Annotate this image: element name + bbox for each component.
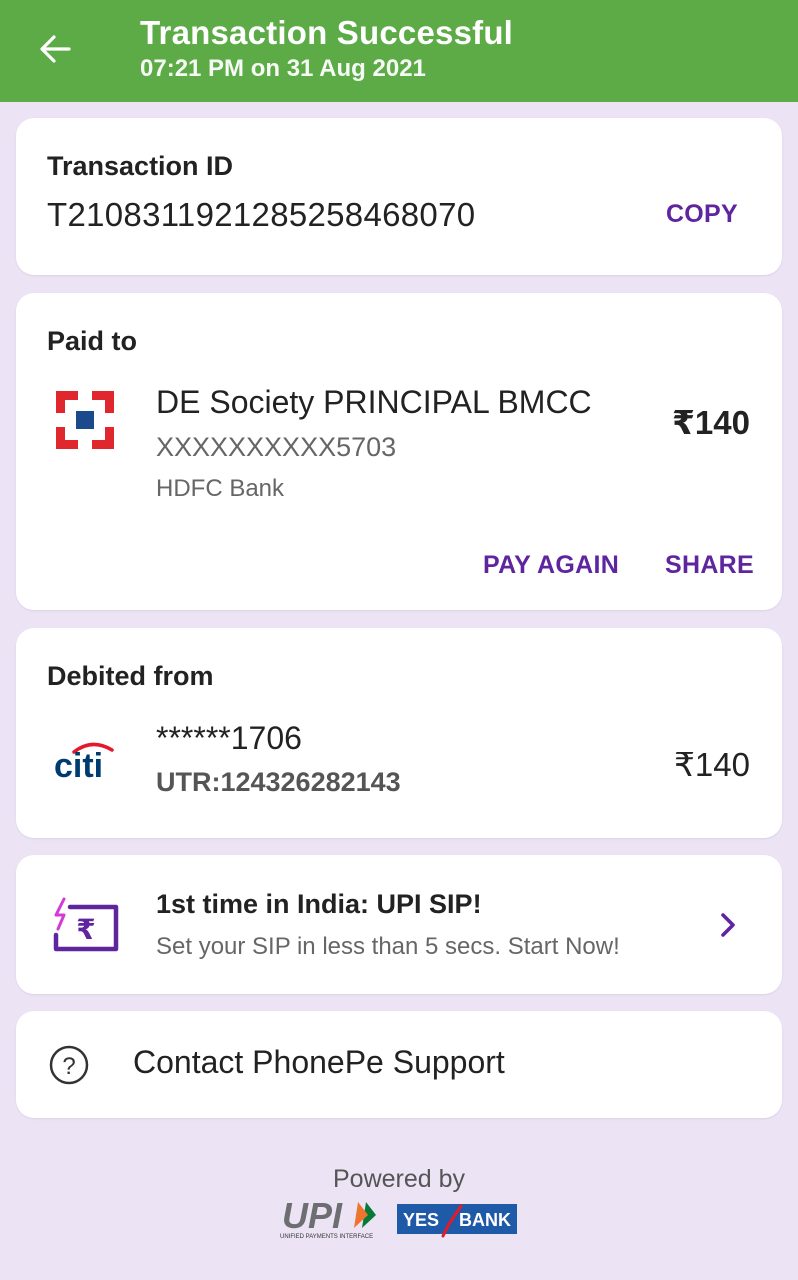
contact-support-label: Contact PhonePe Support (133, 1044, 505, 1080)
transaction-id-label: Transaction ID (47, 151, 234, 181)
citi-logo-text: citi (54, 747, 103, 780)
transaction-id-card: Transaction ID T2108311921285258468070 C… (16, 118, 782, 275)
back-button[interactable] (28, 22, 82, 76)
yes-bank-logo-left-text: YES (403, 1210, 439, 1230)
powered-by-label: Powered by (332, 1165, 466, 1193)
app-header: Transaction Successful 07:21 PM on 31 Au… (0, 0, 798, 102)
yes-bank-logo-right-text: BANK (459, 1210, 511, 1230)
transaction-id-value: T2108311921285258468070 (47, 196, 476, 233)
utr-number: UTR:124326282143 (156, 767, 401, 797)
upi-logo-text: UPI (282, 1196, 343, 1236)
chevron-right-icon[interactable] (718, 911, 738, 944)
debit-account-number: ******1706 (156, 720, 302, 756)
upi-sip-promo-card[interactable]: ₹ 1st time in India: UPI SIP! Set your S… (16, 855, 782, 994)
pay-again-button[interactable]: PAY AGAIN (483, 551, 619, 580)
upi-logo: UPI UNIFIED PAYMENTS INTERFACE (278, 1195, 388, 1247)
upi-tagline: UNIFIED PAYMENTS INTERFACE (280, 1234, 373, 1240)
debited-amount: ₹140 (673, 746, 750, 783)
paid-to-card: Paid to DE Society PRINCIPAL BMCC XXXXXX… (16, 293, 782, 610)
page-title: Transaction Successful (140, 14, 514, 51)
arrow-left-icon (40, 35, 71, 63)
yes-bank-logo: YES BANK (397, 1204, 517, 1243)
share-button[interactable]: SHARE (665, 551, 754, 580)
payee-bank-name: HDFC Bank (156, 475, 285, 502)
citi-bank-logo-icon: citi (54, 736, 116, 785)
transaction-timestamp: 07:21 PM on 31 Aug 2021 (140, 55, 426, 82)
promo-subtitle: Set your SIP in less than 5 secs. Start … (156, 933, 620, 960)
hdfc-bank-logo-icon (56, 391, 114, 454)
paid-to-label: Paid to (47, 326, 138, 356)
paid-amount: ₹140 (671, 404, 750, 441)
help-circle-icon: ? (48, 1044, 90, 1091)
payee-name: DE Society PRINCIPAL BMCC (156, 384, 592, 420)
svg-text:₹: ₹ (76, 913, 95, 946)
contact-support-card[interactable]: ? Contact PhonePe Support (16, 1011, 782, 1118)
promo-title: 1st time in India: UPI SIP! (156, 889, 482, 919)
svg-text:?: ? (62, 1053, 75, 1080)
payee-account-number: XXXXXXXXXX5703 (156, 432, 397, 462)
debited-from-card: Debited from citi ******1706 UTR:1243262… (16, 628, 782, 838)
copy-button[interactable]: COPY (666, 200, 738, 229)
debited-from-label: Debited from (47, 661, 214, 691)
rupee-card-lightning-icon: ₹ (50, 893, 122, 960)
